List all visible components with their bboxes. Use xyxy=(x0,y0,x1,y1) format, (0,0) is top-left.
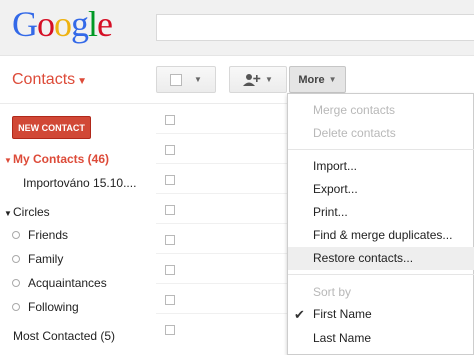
row-divider xyxy=(156,313,288,314)
menu-divider xyxy=(288,274,474,275)
sidebar-item-acquaintances[interactable]: Acquaintances xyxy=(12,276,107,290)
sidebar-item-circles[interactable]: ▼Circles xyxy=(4,205,50,219)
sidebar-item-label: Family xyxy=(28,252,64,266)
row-divider xyxy=(156,253,288,254)
sidebar-item-my-contacts[interactable]: ▼My Contacts (46) xyxy=(4,152,109,166)
circle-icon xyxy=(12,230,20,239)
sidebar-item-following[interactable]: Following xyxy=(12,300,79,314)
menu-item-sort-last-name[interactable]: Last Name xyxy=(288,327,474,350)
row-checkbox[interactable] xyxy=(165,265,175,275)
menu-item-export[interactable]: Export... xyxy=(288,178,474,201)
google-logo[interactable]: Google xyxy=(12,3,113,45)
menu-item-import[interactable]: Import... xyxy=(288,155,474,178)
menu-item-label: First Name xyxy=(313,307,372,321)
logo-letter: G xyxy=(12,4,38,44)
circle-icon xyxy=(12,302,20,311)
row-checkbox[interactable] xyxy=(165,235,175,245)
new-contact-button[interactable]: NEW CONTACT xyxy=(12,116,91,139)
menu-item-find-merge-duplicates[interactable]: Find & merge duplicates... xyxy=(288,224,474,247)
circle-icon xyxy=(12,278,20,287)
row-divider xyxy=(156,193,288,194)
row-checkbox[interactable] xyxy=(165,325,175,335)
sidebar-item-imported[interactable]: Importováno 15.10.... xyxy=(23,176,136,190)
menu-item-delete-contacts[interactable]: Delete contacts xyxy=(288,122,474,145)
menu-item-restore-contacts[interactable]: Restore contacts... xyxy=(288,247,474,270)
checkmark-icon: ✔ xyxy=(294,307,305,322)
sidebar-item-friends[interactable]: Friends xyxy=(12,228,68,242)
add-person-icon xyxy=(243,73,261,86)
top-bar: Google xyxy=(0,0,474,56)
row-divider xyxy=(156,133,288,134)
logo-letter: g xyxy=(71,4,89,44)
logo-letter: e xyxy=(97,4,113,44)
sidebar-item-family[interactable]: Family xyxy=(12,252,63,266)
caret-down-icon: ▼ xyxy=(328,75,337,84)
checkbox-icon xyxy=(170,73,183,86)
sidebar-item-label: Acquaintances xyxy=(28,276,107,290)
row-checkbox[interactable] xyxy=(165,145,175,155)
row-checkbox[interactable] xyxy=(165,205,175,215)
row-checkbox[interactable] xyxy=(165,115,175,125)
caret-down-icon: ▼ xyxy=(265,75,273,84)
more-button[interactable]: More ▼ xyxy=(289,66,346,93)
menu-item-sort-first-name[interactable]: ✔ First Name xyxy=(288,303,474,326)
row-divider xyxy=(156,223,288,224)
sidebar-item-label: Circles xyxy=(13,205,50,219)
menu-divider xyxy=(288,149,474,150)
row-checkbox[interactable] xyxy=(165,175,175,185)
menu-item-merge-contacts[interactable]: Merge contacts xyxy=(288,99,474,122)
menu-item-print[interactable]: Print... xyxy=(288,201,474,224)
sidebar-item-most-contacted[interactable]: Most Contacted (5) xyxy=(13,329,115,343)
triangle-down-icon: ▼ xyxy=(4,209,12,218)
more-menu: Merge contacts Delete contacts Import...… xyxy=(287,93,474,355)
logo-letter: l xyxy=(88,4,98,44)
caret-down-icon: ▼ xyxy=(194,75,202,84)
circle-icon xyxy=(12,254,20,263)
select-all-button[interactable]: ▼ xyxy=(156,66,216,93)
row-checkbox[interactable] xyxy=(165,295,175,305)
sidebar-item-label: My Contacts (46) xyxy=(13,152,110,166)
more-button-label: More xyxy=(298,73,325,86)
logo-letter: o xyxy=(37,4,55,44)
menu-sort-header: Sort by xyxy=(313,285,352,299)
row-divider xyxy=(156,163,288,164)
logo-letter: o xyxy=(54,4,72,44)
triangle-down-icon: ▼ xyxy=(4,156,12,165)
sidebar-item-label: Friends xyxy=(28,228,69,242)
sidebar-item-label: Following xyxy=(28,300,79,314)
search-input[interactable] xyxy=(156,14,474,41)
add-to-circles-button[interactable]: ▼ xyxy=(229,66,287,93)
row-divider xyxy=(156,283,288,284)
